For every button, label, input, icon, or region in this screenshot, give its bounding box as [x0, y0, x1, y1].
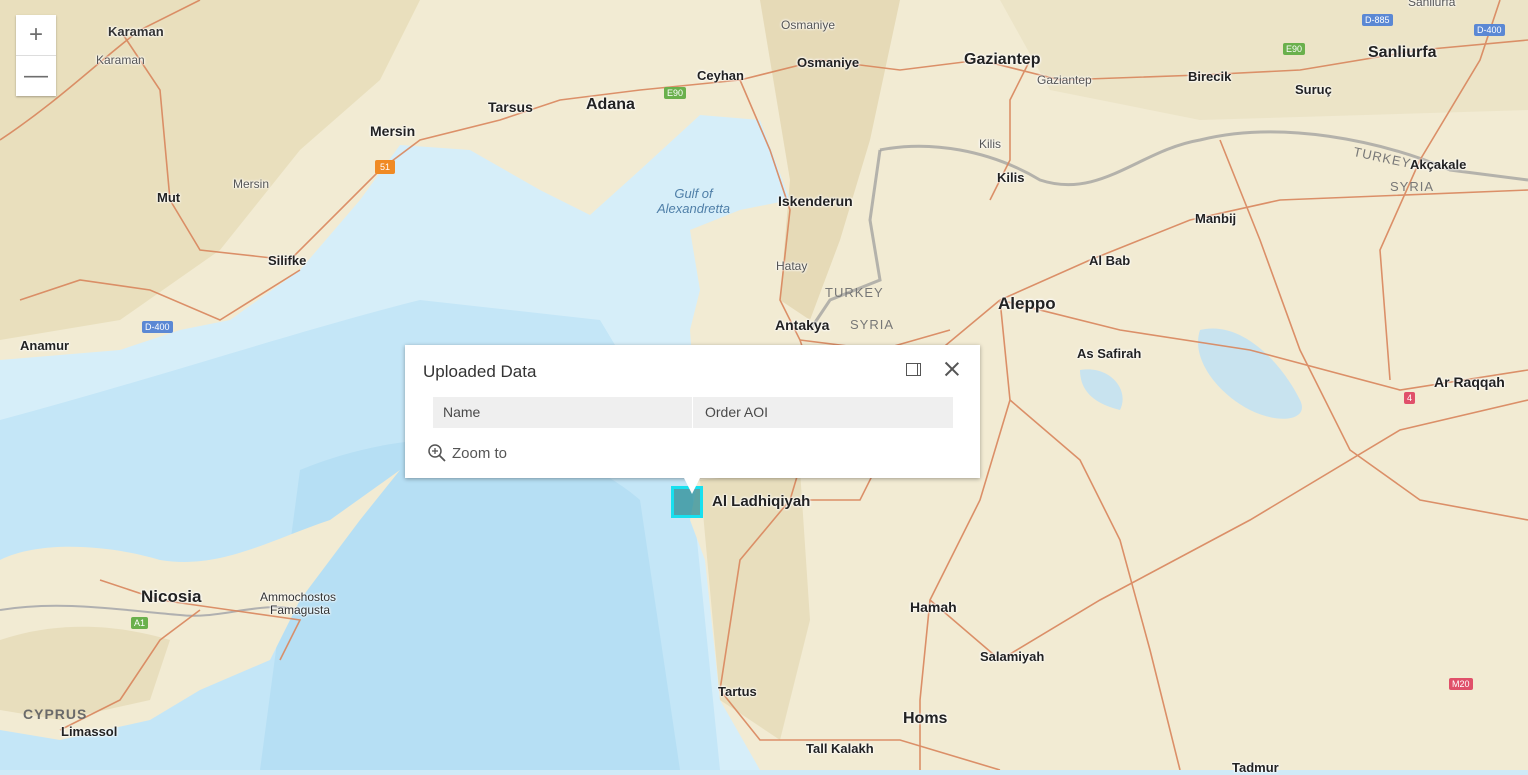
label-gulf-of-alexandretta: Gulf of Alexandretta	[657, 186, 730, 216]
label-mersin: Mersin	[370, 123, 416, 139]
label-antakya: Antakya	[775, 317, 830, 333]
road-shield-51: 51	[375, 160, 396, 174]
label-gaziantep: Gaziantep	[964, 51, 1041, 68]
zoom-out-button[interactable]: —	[16, 55, 56, 96]
label-limassol: Limassol	[61, 724, 118, 739]
label-turkey-mid: TURKEY	[825, 285, 884, 300]
label-gulf-line1: Gulf of	[674, 186, 713, 201]
label-adana: Adana	[586, 96, 635, 113]
label-kilis-province: Kilis	[979, 137, 1002, 151]
label-ammochostos: Ammochostos	[260, 590, 337, 604]
label-cyprus: CYPRUS	[23, 706, 88, 722]
attribute-table-row: Name Order AOI	[433, 397, 953, 428]
label-homs: Homs	[903, 710, 948, 727]
label-manbij: Manbij	[1195, 211, 1237, 226]
label-hatay: Hatay	[776, 259, 808, 273]
uploaded-data-popup: Uploaded Data Name Order AOI Zoom to	[405, 345, 980, 478]
zoom-in-button[interactable]: +	[16, 15, 56, 55]
road-shield-e90-adana: E90	[664, 87, 687, 99]
label-tartus: Tartus	[718, 684, 757, 699]
label-sanliurfa: Sanliurfa	[1368, 44, 1437, 61]
label-silifke: Silifke	[268, 253, 307, 268]
label-kilis: Kilis	[997, 170, 1025, 185]
label-osmaniye: Osmaniye	[797, 55, 860, 70]
label-hamah: Hamah	[910, 599, 957, 615]
zoom-to-button[interactable]: Zoom to	[427, 443, 507, 463]
label-syria-mid: SYRIA	[850, 317, 895, 332]
label-nicosia: Nicosia	[141, 587, 202, 606]
label-as-safirah: As Safirah	[1077, 346, 1142, 361]
label-gaziantep-province: Gaziantep	[1037, 73, 1092, 87]
label-mut: Mut	[157, 190, 181, 205]
road-shield-m20: M20	[1449, 678, 1473, 690]
road-shield-e90-east: E90	[1283, 43, 1306, 55]
road-shield-d885: D-885	[1362, 14, 1393, 26]
label-mersin-province: Mersin	[233, 177, 270, 191]
close-icon[interactable]	[942, 359, 962, 379]
label-aleppo: Aleppo	[998, 294, 1056, 313]
zoom-controls: + —	[16, 15, 56, 96]
road-shield-d400-west: D-400	[142, 321, 173, 333]
road-shield-a1: A1	[131, 617, 149, 629]
label-ceyhan: Ceyhan	[697, 68, 744, 83]
label-ar-raqqah: Ar Raqqah	[1434, 374, 1505, 390]
label-famagusta: Famagusta	[270, 603, 331, 617]
label-iskenderun: Iskenderun	[778, 193, 853, 209]
label-akcakale: Akçakale	[1410, 157, 1467, 172]
road-shield-d400-east: D-400	[1474, 24, 1505, 36]
label-salamiyah: Salamiyah	[980, 649, 1045, 664]
zoom-to-label: Zoom to	[452, 444, 508, 462]
label-al-ladhiqiyah: Al Ladhiqiyah	[712, 493, 811, 510]
popup-pointer	[684, 478, 700, 494]
label-al-bab: Al Bab	[1089, 253, 1131, 268]
zoom-to-magnifier-icon	[428, 444, 446, 462]
attribute-field-value: Order AOI	[705, 404, 769, 420]
label-osmaniye-province: Osmaniye	[781, 18, 836, 32]
label-anamur: Anamur	[20, 338, 70, 353]
label-tall-kalakh: Tall Kalakh	[806, 741, 874, 756]
label-tarsus: Tarsus	[488, 99, 533, 115]
label-suruc: Suruç	[1295, 82, 1332, 97]
dock-icon[interactable]	[906, 363, 921, 376]
label-karaman: Karaman	[108, 24, 164, 39]
label-gulf-line2: Alexandretta	[657, 201, 730, 216]
popup-title: Uploaded Data	[423, 362, 537, 381]
road-shield-4: 4	[1404, 392, 1416, 404]
label-syria-east: SYRIA	[1390, 179, 1435, 194]
label-birecik: Birecik	[1188, 69, 1232, 84]
label-tadmur: Tadmur	[1232, 760, 1279, 775]
attribute-field-name: Name	[433, 397, 693, 428]
label-karaman-province: Karaman	[96, 53, 145, 67]
label-sanliurfa-province: Sanliurfa	[1408, 0, 1456, 9]
